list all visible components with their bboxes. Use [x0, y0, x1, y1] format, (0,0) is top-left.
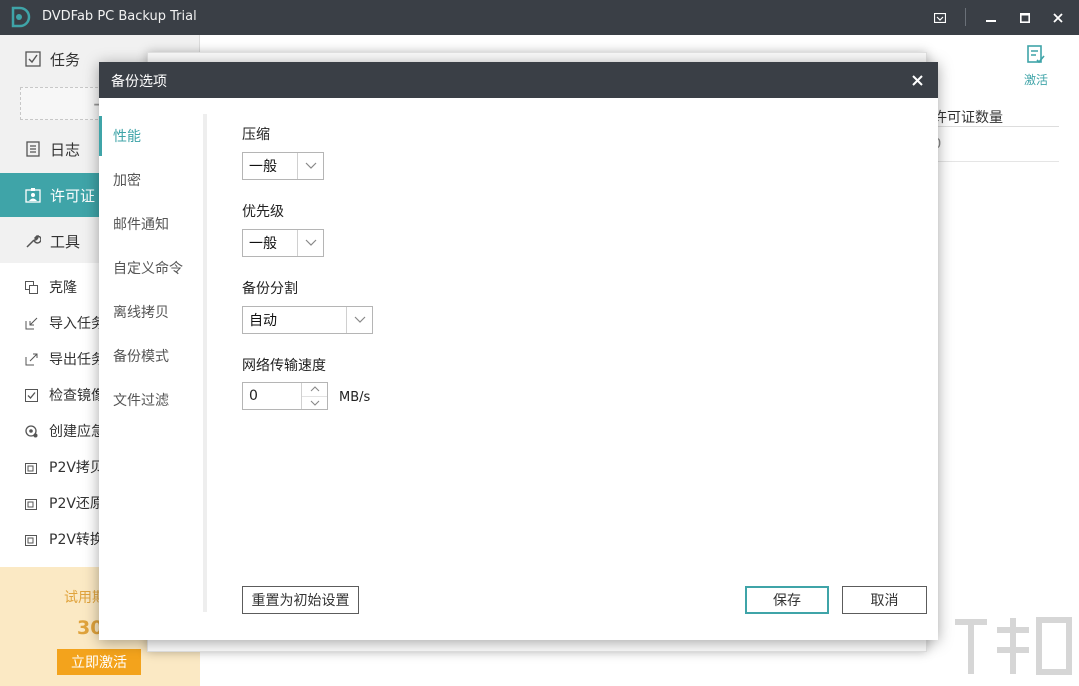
split-value: 自动	[249, 313, 277, 329]
tool-item-label: 导入任务	[49, 316, 105, 332]
tool-item-rescue[interactable]: 创建应急	[24, 419, 105, 443]
license-count-header: 许可证数量	[933, 107, 1059, 127]
p2v-copy-icon	[24, 460, 38, 474]
compression-select[interactable]: 一般	[242, 152, 324, 180]
watermark-logo	[955, 617, 1072, 675]
stepper-up-button[interactable]	[302, 383, 327, 397]
tab-email-notify[interactable]: 邮件通知	[99, 204, 205, 244]
p2v-restore-icon	[24, 496, 38, 510]
import-icon	[24, 316, 38, 330]
tool-item-label: P2V转换	[49, 532, 104, 548]
speed-input[interactable]: 0	[243, 383, 301, 409]
maximize-icon	[1020, 12, 1030, 23]
tabs-divider	[203, 114, 207, 612]
speed-unit: MB/s	[339, 390, 371, 405]
backup-options-dialog: 备份选项 性能 加密 邮件通知 自定义命令 离线拷贝 备份模式 文件过滤 压缩 …	[99, 62, 938, 640]
split-select[interactable]: 自动	[242, 306, 373, 334]
save-button[interactable]: 保存	[745, 586, 829, 614]
p2v-convert-icon	[24, 532, 38, 546]
tab-custom-command[interactable]: 自定义命令	[99, 248, 205, 288]
split-label: 备份分割	[242, 281, 298, 297]
menu-button[interactable]	[920, 0, 960, 35]
tab-file-filter[interactable]: 文件过滤	[99, 380, 205, 420]
title-bar: DVDFab PC Backup Trial	[0, 0, 1079, 35]
checkbox-icon	[24, 50, 42, 68]
tool-item-label: 创建应急	[49, 424, 105, 440]
compression-value: 一般	[249, 159, 277, 175]
dialog-title: 备份选项	[111, 74, 167, 90]
clone-icon	[24, 280, 38, 294]
stepper-buttons	[301, 383, 327, 409]
activate-label: 激活	[1023, 73, 1048, 87]
chevron-down-icon	[297, 230, 323, 256]
tab-offline-copy[interactable]: 离线拷贝	[99, 292, 205, 332]
activate-button[interactable]: 激活	[1020, 45, 1052, 88]
tool-item-clone[interactable]: 克隆	[24, 275, 77, 299]
dialog-header: 备份选项	[99, 62, 938, 98]
activate-now-button[interactable]: 立即激活	[57, 649, 141, 675]
tool-item-export[interactable]: 导出任务	[24, 347, 105, 371]
wrench-icon	[24, 232, 42, 250]
close-icon	[1053, 12, 1063, 23]
dialog-close-button[interactable]	[907, 70, 927, 90]
log-icon	[24, 140, 42, 158]
minimize-icon	[986, 19, 996, 22]
app-logo-icon	[11, 6, 31, 28]
license-count-value: 0	[933, 137, 1059, 162]
cancel-button[interactable]: 取消	[842, 586, 927, 614]
nav-item-label: 工具	[50, 232, 81, 251]
tab-encryption[interactable]: 加密	[99, 160, 205, 200]
tab-backup-mode[interactable]: 备份模式	[99, 336, 205, 376]
chevron-down-icon	[310, 400, 319, 406]
priority-label: 优先级	[242, 204, 284, 220]
rescue-icon	[24, 424, 38, 438]
menu-icon	[934, 12, 946, 23]
app-title: DVDFab PC Backup Trial	[42, 9, 197, 24]
export-icon	[24, 352, 38, 366]
reset-defaults-button[interactable]: 重置为初始设置	[242, 586, 359, 614]
tool-item-p2v-restore[interactable]: P2V还原	[24, 491, 104, 515]
tool-item-label: P2V拷贝	[49, 460, 104, 476]
chevron-up-icon	[310, 386, 319, 392]
license-icon	[24, 186, 42, 204]
speed-stepper[interactable]: 0	[242, 382, 328, 410]
stepper-down-button[interactable]	[302, 397, 327, 410]
dialog-tabs: 性能 加密 邮件通知 自定义命令 离线拷贝 备份模式 文件过滤	[99, 98, 209, 638]
priority-select[interactable]: 一般	[242, 229, 324, 257]
tool-item-import[interactable]: 导入任务	[24, 311, 105, 335]
tab-performance[interactable]: 性能	[99, 116, 205, 156]
chevron-down-icon	[297, 153, 323, 179]
tool-item-p2v-convert[interactable]: P2V转换	[24, 527, 104, 551]
chevron-down-icon	[346, 307, 372, 333]
tool-item-p2v-copy[interactable]: P2V拷贝	[24, 455, 104, 479]
close-icon	[911, 74, 923, 86]
priority-value: 一般	[249, 236, 277, 252]
tool-item-check-image[interactable]: 检查镜像	[24, 383, 105, 407]
nav-item-label: 许可证	[50, 186, 96, 205]
tool-item-label: P2V还原	[49, 496, 104, 512]
nav-item-label: 任务	[50, 50, 81, 69]
speed-label: 网络传输速度	[242, 358, 326, 374]
activate-icon	[1027, 45, 1045, 64]
compression-label: 压缩	[242, 127, 270, 143]
tool-item-label: 导出任务	[49, 352, 105, 368]
nav-item-label: 日志	[50, 140, 81, 159]
close-window-button[interactable]	[1038, 0, 1078, 35]
check-image-icon	[24, 388, 38, 402]
tool-item-label: 检查镜像	[49, 388, 105, 404]
title-separator	[965, 8, 966, 26]
tool-item-label: 克隆	[49, 280, 77, 296]
